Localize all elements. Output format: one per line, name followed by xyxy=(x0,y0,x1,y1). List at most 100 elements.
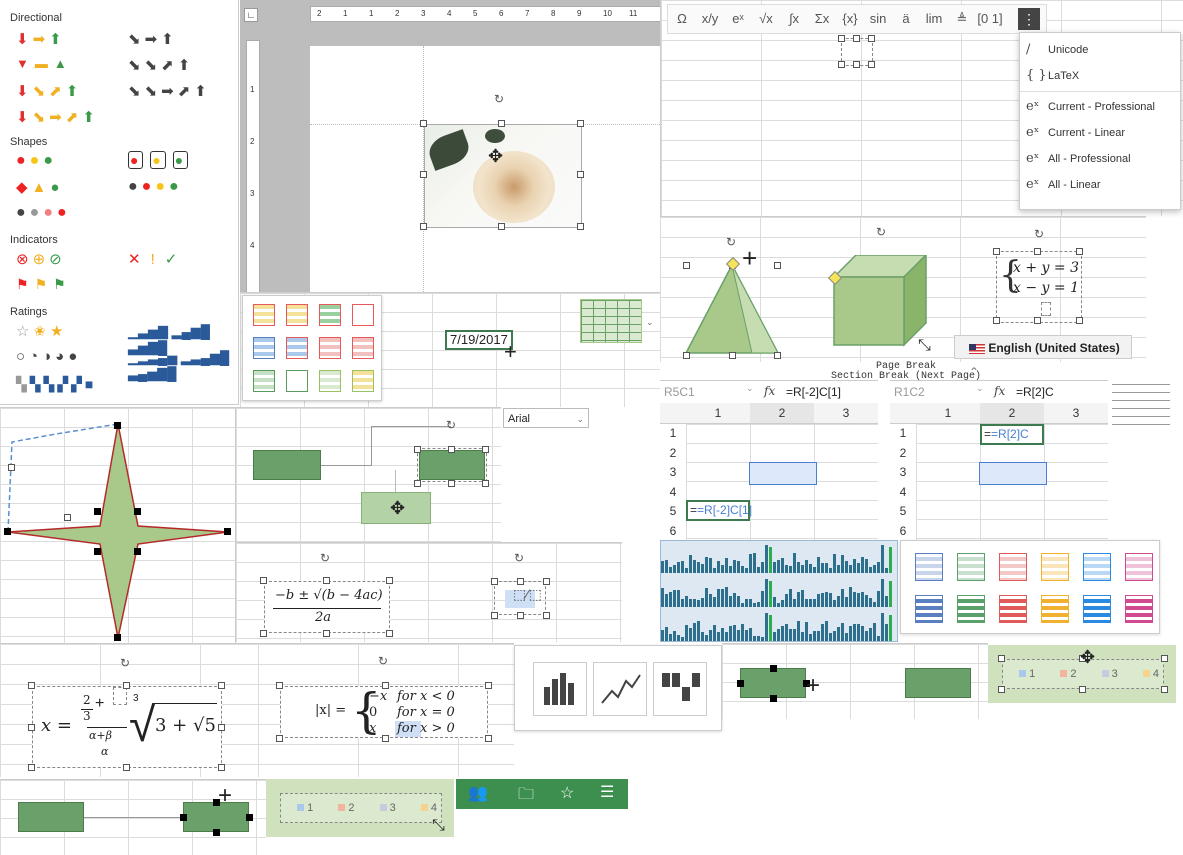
table-style-option[interactable] xyxy=(319,304,341,326)
name-box[interactable]: R5C1 xyxy=(664,385,695,399)
data-bar-style-option[interactable] xyxy=(957,595,985,623)
rotate-handle[interactable]: ↻ xyxy=(1034,227,1044,241)
traffic-lights-rimmed[interactable]: ● ● ● xyxy=(128,151,189,169)
cube-shape[interactable] xyxy=(830,255,930,351)
table-style-option[interactable] xyxy=(253,337,275,359)
arrows-4-colored[interactable]: ⬇⬊⬈⬆ xyxy=(16,82,82,100)
symbols-uncircled[interactable]: ✕!✓ xyxy=(128,250,187,268)
horizontal-ruler[interactable]: 2 1 1 2 3 4 5 6 7 8 9 10 11 xyxy=(310,6,662,22)
rose-picture[interactable] xyxy=(424,124,582,228)
menu-item-all-linear[interactable]: eˣ All - Linear xyxy=(1020,172,1180,198)
data-bar-style-option[interactable] xyxy=(1083,553,1111,581)
flags-3[interactable]: ⚑⚑⚑ xyxy=(16,276,72,293)
data-bar-style-option[interactable] xyxy=(1041,553,1069,581)
table-style-option[interactable] xyxy=(253,370,275,392)
arrows-5-gray[interactable]: ⬊⬊➡⬈⬆ xyxy=(128,82,211,100)
data-bar-style-option[interactable] xyxy=(999,553,1027,581)
quadratic-equation[interactable]: −b ± √(b − 4ac) 2a xyxy=(264,581,390,633)
column-header[interactable]: 2 xyxy=(980,403,1044,424)
data-bar-style-option[interactable] xyxy=(915,553,943,581)
equation-toolbar-button[interactable]: [0 1] xyxy=(976,5,1004,33)
rotate-handle[interactable]: ↻ xyxy=(876,225,886,239)
vertical-ruler[interactable]: 1 2 3 4 xyxy=(246,40,260,294)
column-header[interactable]: 3 xyxy=(814,403,878,424)
column-header[interactable]: 2 xyxy=(750,403,814,424)
equation-toolbar-button[interactable]: x/y xyxy=(696,5,724,33)
row-header[interactable]: 6 xyxy=(660,521,686,541)
fraction-placeholder[interactable]: ⬚⁄⬚ xyxy=(494,581,546,615)
rotate-handle[interactable]: ↻ xyxy=(320,551,330,565)
data-bar-style-option[interactable] xyxy=(999,595,1027,623)
four-point-star-shape[interactable] xyxy=(6,422,232,640)
win-loss-chart-icon[interactable] xyxy=(653,662,707,716)
row-header[interactable]: 2 xyxy=(660,443,686,463)
folder-move-icon[interactable]: 🗀 xyxy=(518,783,534,810)
data-bar-style-option[interactable] xyxy=(1125,553,1153,581)
pie-quarters[interactable]: ○◔◑◕● xyxy=(16,348,81,365)
row-header[interactable]: 3 xyxy=(660,463,686,482)
document-page[interactable]: ↻ ✥ xyxy=(310,46,660,292)
menu-icon[interactable]: ☰ xyxy=(600,782,614,802)
data-bar-style-option[interactable] xyxy=(957,553,985,581)
ruler-corner[interactable]: ∟ xyxy=(244,8,258,22)
row-header[interactable]: 3 xyxy=(890,463,916,482)
name-box[interactable]: R1C2 xyxy=(894,385,925,399)
add-user-icon[interactable]: 👥 xyxy=(468,783,488,803)
column-header[interactable]: 1 xyxy=(916,403,980,424)
sparkline-row[interactable] xyxy=(661,577,899,607)
font-family-select[interactable]: Arial ⌄ xyxy=(503,408,589,428)
equation-toolbar-button[interactable]: sin xyxy=(864,5,892,33)
line-chart-icon[interactable] xyxy=(593,662,647,716)
triangles-3[interactable]: ▼▬▲ xyxy=(16,56,73,71)
menu-item-all-professional[interactable]: eˣ All - Professional xyxy=(1020,146,1180,172)
boxes-5[interactable]: ▚▚▚▞▞■ xyxy=(16,376,96,393)
stars-3[interactable]: ☆✬★ xyxy=(16,322,67,340)
column-header[interactable]: 3 xyxy=(1044,403,1108,424)
traffic-lights-4[interactable]: ●●●● xyxy=(128,178,183,196)
legend-box[interactable]: 1 2 3 4 xyxy=(280,793,442,823)
table-style-option[interactable] xyxy=(352,304,374,326)
data-bar-style-option[interactable] xyxy=(1083,595,1111,623)
row-header[interactable]: 5 xyxy=(660,502,686,521)
equation-toolbar-button[interactable]: Ω xyxy=(668,5,696,33)
equation-toolbar-button[interactable]: {x} xyxy=(836,5,864,33)
active-cell[interactable]: ==R[-2]C[1] xyxy=(686,500,752,521)
row-header[interactable]: 1 xyxy=(890,424,916,443)
rotate-handle[interactable]: ↻ xyxy=(726,235,736,249)
table-style-option[interactable] xyxy=(352,370,374,392)
arrows-5-colored[interactable]: ⬇⬊➡⬈⬆ xyxy=(16,108,99,126)
active-cell[interactable]: ==R[2]C xyxy=(980,424,1044,445)
equation-toolbar-button[interactable]: ä xyxy=(892,5,920,33)
table-style-option[interactable] xyxy=(286,370,308,392)
shape-box[interactable] xyxy=(905,668,971,698)
rotate-handle[interactable]: ↻ xyxy=(494,92,504,106)
table-style-option[interactable] xyxy=(352,337,374,359)
data-bar-style-option[interactable] xyxy=(915,595,943,623)
table-style-option[interactable] xyxy=(286,304,308,326)
menu-item-unicode[interactable]: / Unicode xyxy=(1020,37,1180,63)
formula-input[interactable]: =R[-2]C[1] xyxy=(786,385,841,399)
table-style-preview[interactable] xyxy=(580,299,642,343)
more-options-button[interactable]: ⋮ xyxy=(1018,8,1040,30)
table-style-option[interactable] xyxy=(319,370,341,392)
equation-toolbar-button[interactable]: lim xyxy=(920,5,948,33)
table-borders-preview[interactable] xyxy=(1112,384,1170,432)
column-header[interactable]: 1 xyxy=(686,403,750,424)
rotate-handle[interactable]: ↻ xyxy=(446,418,456,432)
date-cell[interactable]: 7/19/2017 xyxy=(445,330,513,350)
symbols-circled[interactable]: ⊗⊕⊘ xyxy=(16,250,66,268)
star-icon[interactable]: ☆ xyxy=(560,783,574,803)
traffic-lights-3[interactable]: ●●● xyxy=(16,152,57,170)
row-header[interactable]: 2 xyxy=(890,443,916,463)
equation-toolbar-button[interactable]: Σx xyxy=(808,5,836,33)
radical-equation[interactable]: x = 2 3 + α+β α 3 √ 3 + √5 xyxy=(32,686,222,768)
shape-box[interactable] xyxy=(740,668,806,698)
pyramid-shape[interactable] xyxy=(682,259,782,357)
chevron-down-icon[interactable]: ⌄ xyxy=(976,383,984,394)
sparkline-row[interactable] xyxy=(661,611,899,641)
shape-box[interactable] xyxy=(18,802,84,832)
rotate-handle[interactable]: ↻ xyxy=(120,656,130,670)
language-selector[interactable]: English (United States) ⌃ xyxy=(954,335,1132,379)
row-header[interactable]: 5 xyxy=(890,502,916,521)
referenced-cell[interactable] xyxy=(979,462,1047,485)
